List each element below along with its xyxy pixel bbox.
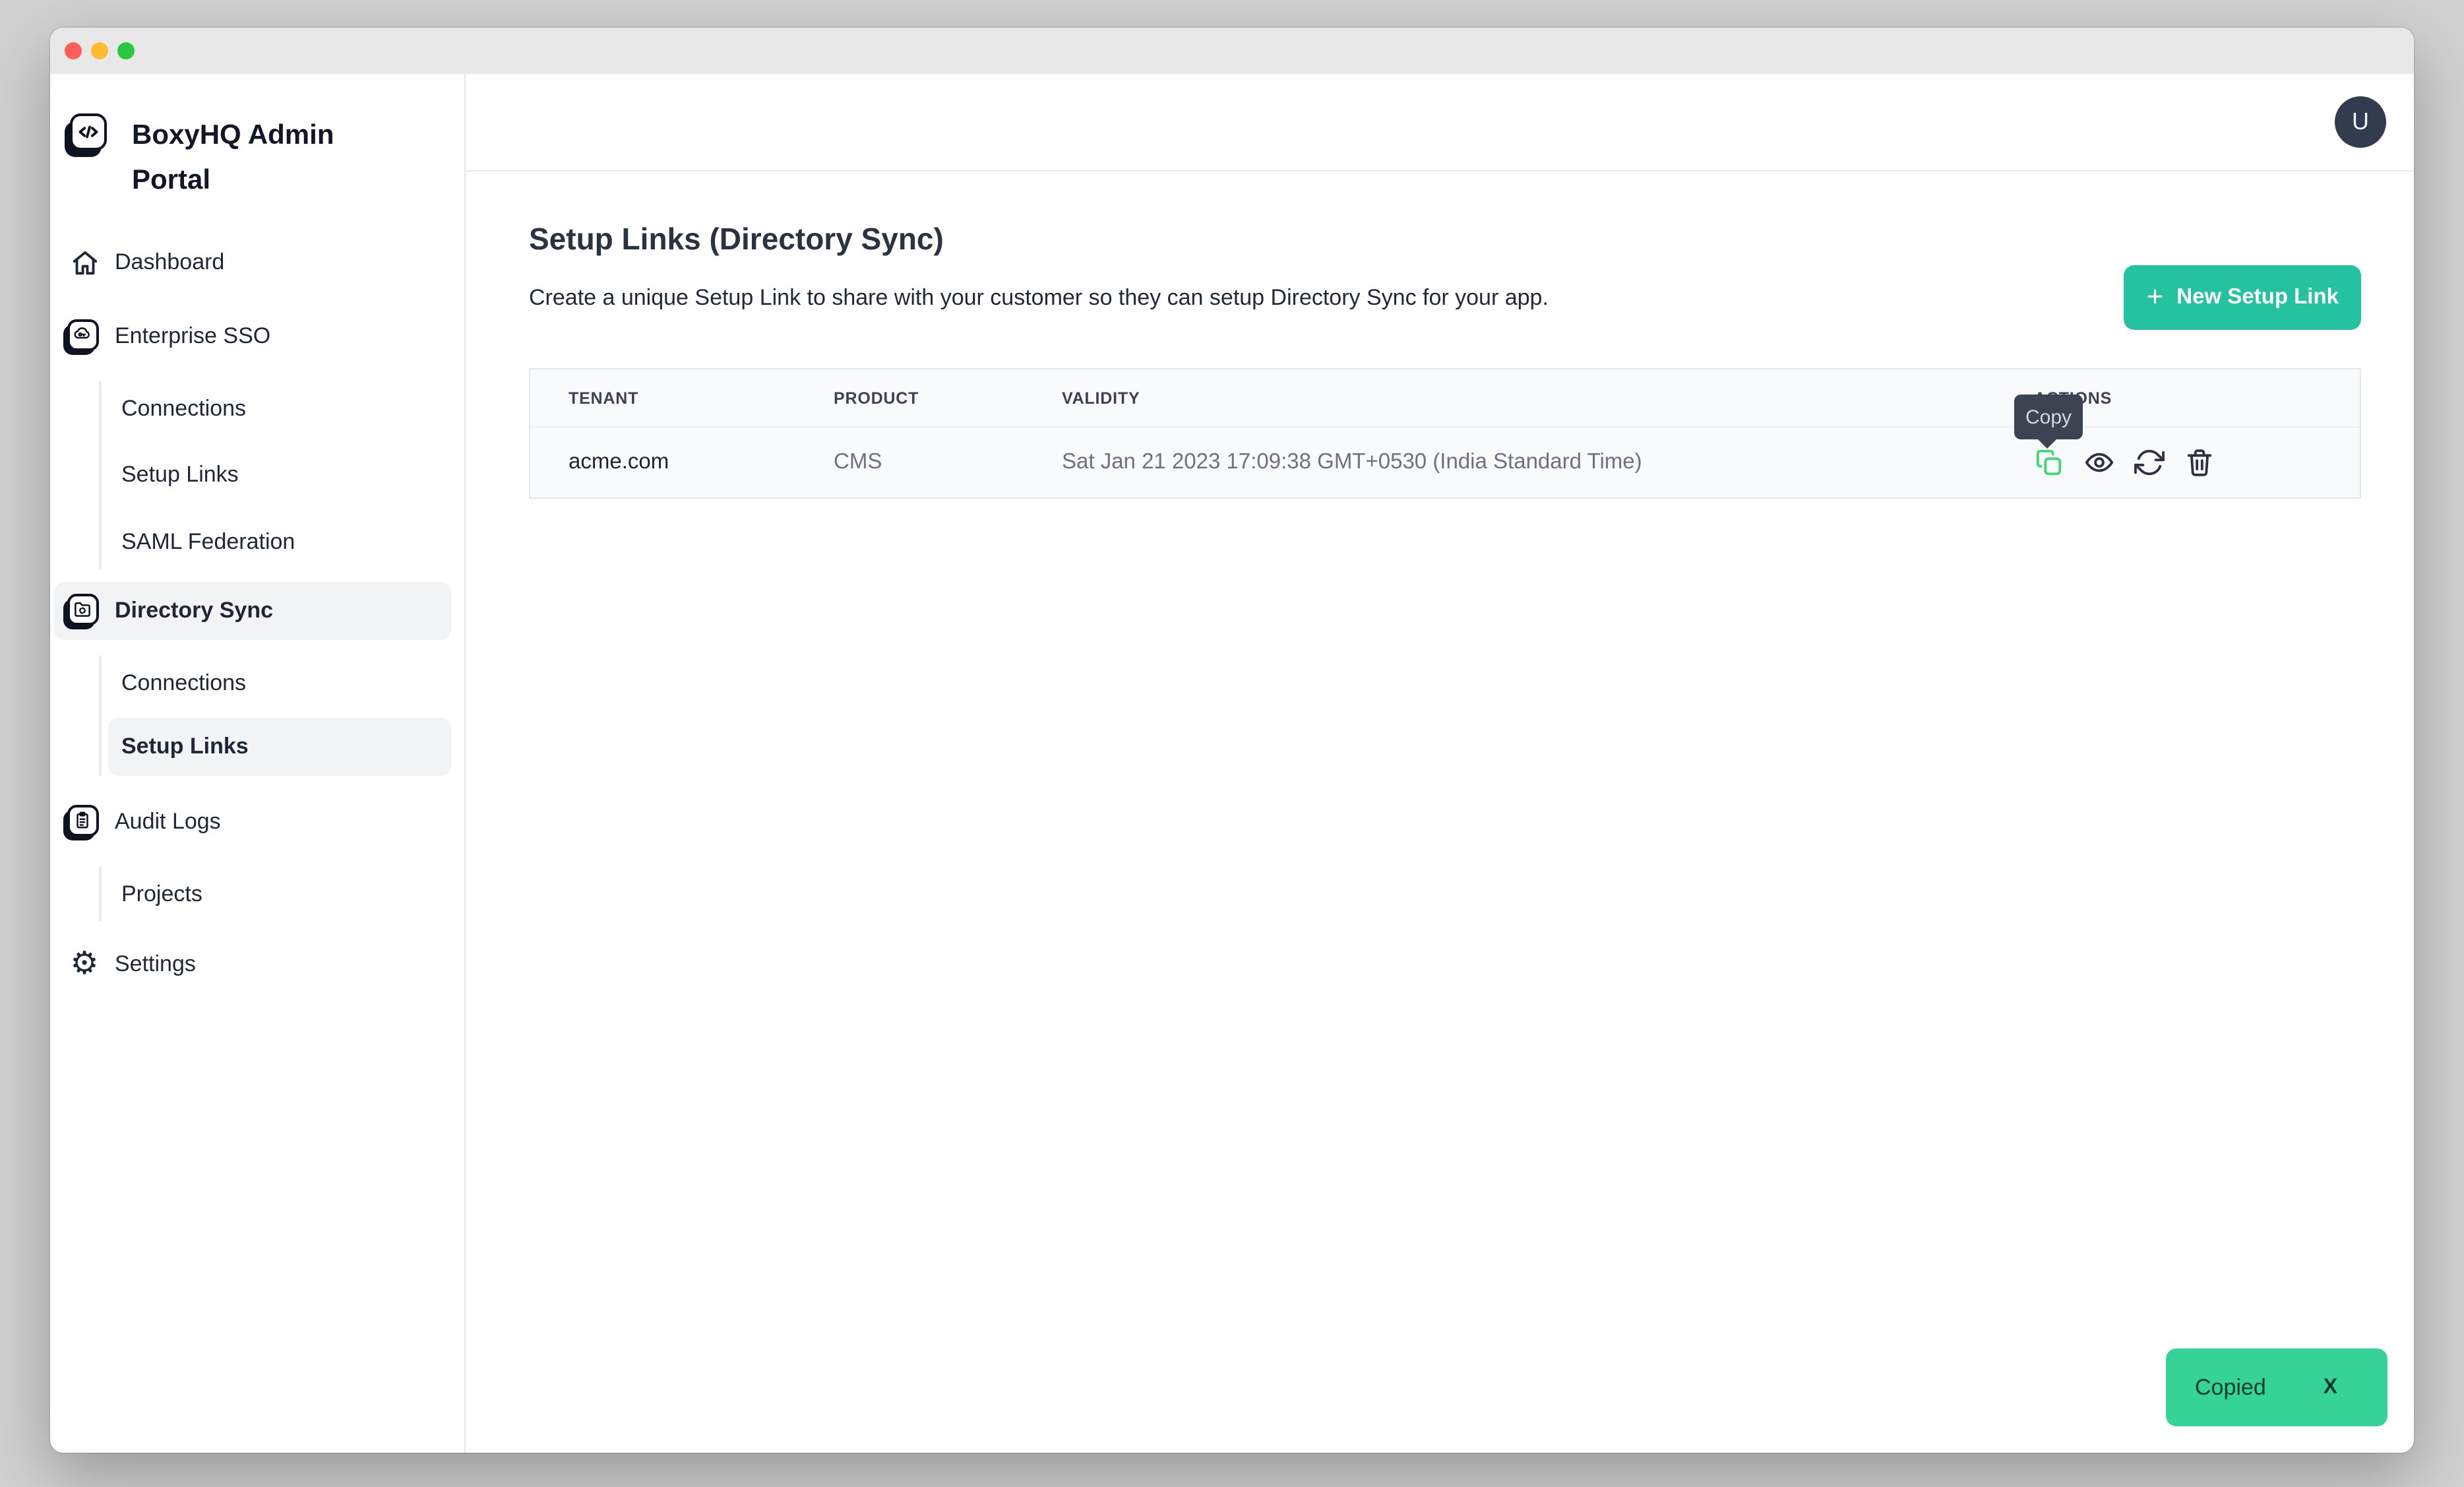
page-title: Setup Links (Directory Sync) [529, 222, 2361, 257]
toast-message: Copied [2195, 1374, 2266, 1401]
sidebar: BoxyHQ Admin Portal Dashboard [50, 74, 466, 1453]
sidebar-menu: Dashboard Enterprise SSO [54, 234, 451, 994]
copy-icon[interactable] [2034, 447, 2064, 478]
sidebar-item-label: Settings [115, 951, 196, 978]
sidebar-item-sso-connections[interactable]: Connections [108, 381, 451, 435]
sidebar-item-label: Enterprise SSO [115, 323, 270, 350]
app-body: BoxyHQ Admin Portal Dashboard [50, 74, 2414, 1453]
table-row: acme.com CMS Sat Jan 21 2023 17:09:38 GM… [530, 427, 2360, 497]
column-header-actions: ACTIONS [2034, 389, 2360, 407]
desktop: BoxyHQ Admin Portal Dashboard [0, 0, 2464, 1487]
window-zoom-button[interactable] [117, 42, 135, 59]
sidebar-item-projects[interactable]: Projects [108, 867, 451, 921]
window-minimize-button[interactable] [91, 42, 108, 59]
page-description: Create a unique Setup Link to share with… [529, 284, 1549, 311]
cloud-key-icon [69, 321, 100, 352]
clipboard-icon [69, 806, 100, 838]
sidebar-subgroup-audit-logs: Projects [99, 867, 451, 921]
cell-product: CMS [834, 450, 1062, 475]
boxyhq-logo-icon [70, 113, 111, 157]
setup-links-table: Copy TENANT PRODUCT VALIDITY ACTIONS acm… [529, 368, 2361, 499]
sidebar-item-audit-logs[interactable]: Audit Logs [54, 793, 451, 851]
cell-tenant: acme.com [569, 450, 834, 475]
sidebar-item-sso-setup-links[interactable]: Setup Links [108, 447, 451, 501]
app-window: BoxyHQ Admin Portal Dashboard [50, 28, 2414, 1453]
description-row: Create a unique Setup Link to share with… [529, 265, 2361, 330]
sidebar-item-dsync-connections[interactable]: Connections [108, 656, 451, 710]
topbar: U [466, 74, 2414, 172]
regenerate-icon[interactable] [2134, 447, 2165, 478]
main-area: U Setup Links (Directory Sync) Create a … [466, 74, 2414, 1453]
trash-icon[interactable] [2184, 447, 2215, 478]
sidebar-subgroup-directory-sync: Connections Setup Links [99, 656, 451, 776]
column-header-product: PRODUCT [834, 389, 1062, 407]
folder-sync-icon [69, 595, 100, 627]
sidebar-item-dsync-setup-links[interactable]: Setup Links [108, 718, 451, 776]
user-avatar[interactable]: U [2335, 96, 2386, 148]
app-logo[interactable]: BoxyHQ Admin Portal [70, 113, 356, 203]
sidebar-item-label: Audit Logs [115, 809, 221, 835]
new-setup-link-label: New Setup Link [2176, 285, 2339, 310]
toast-close-button[interactable]: X [2324, 1376, 2337, 1399]
sidebar-item-settings[interactable]: ⚙︎ Settings [54, 935, 451, 994]
sidebar-item-dashboard[interactable]: Dashboard [54, 234, 451, 292]
sidebar-item-label: Dashboard [115, 249, 224, 276]
page-content: Setup Links (Directory Sync) Create a un… [466, 172, 2414, 499]
plus-icon: + [2147, 282, 2164, 311]
sidebar-item-enterprise-sso[interactable]: Enterprise SSO [54, 307, 451, 365]
window-close-button[interactable] [65, 42, 82, 59]
sidebar-item-directory-sync[interactable]: Directory Sync [54, 582, 451, 640]
copied-toast: Copied X [2166, 1348, 2387, 1426]
eye-icon[interactable] [2084, 447, 2114, 478]
app-title: BoxyHQ Admin Portal [132, 113, 356, 203]
sidebar-item-saml-federation[interactable]: SAML Federation [108, 515, 451, 569]
cell-validity: Sat Jan 21 2023 17:09:38 GMT+0530 (India… [1062, 450, 2034, 475]
home-icon [69, 247, 100, 278]
sidebar-subgroup-enterprise-sso: Connections Setup Links SAML Federation [99, 381, 451, 569]
column-header-validity: VALIDITY [1062, 389, 2034, 407]
window-titlebar [50, 28, 2414, 74]
column-header-tenant: TENANT [569, 389, 834, 407]
gear-icon: ⚙︎ [69, 949, 100, 980]
cell-actions [2034, 447, 2360, 478]
table-header-row: TENANT PRODUCT VALIDITY ACTIONS [530, 369, 2360, 427]
sidebar-item-label: Directory Sync [115, 598, 273, 624]
copy-tooltip: Copy [2014, 395, 2083, 439]
new-setup-link-button[interactable]: + New Setup Link [2124, 265, 2361, 330]
